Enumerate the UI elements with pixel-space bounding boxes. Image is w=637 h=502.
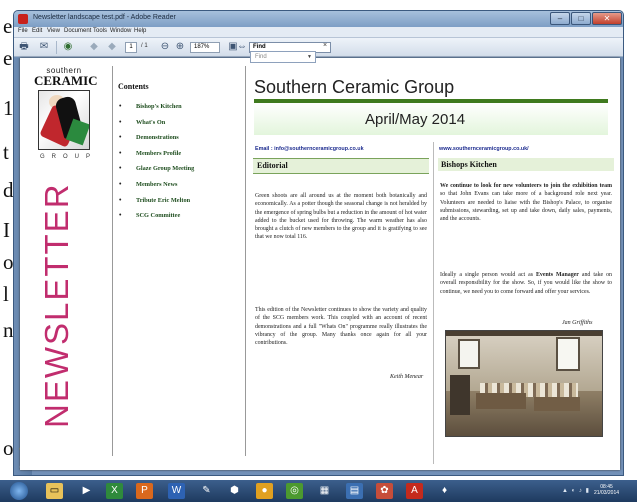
find-placeholder: Find <box>255 54 267 60</box>
paragraph-text: Ideally a single person would act as <box>440 272 536 278</box>
paragraph-text: so that John Evans can take more of a ba… <box>440 191 612 223</box>
menu-edit[interactable]: Edit <box>32 28 42 34</box>
photos-icon[interactable]: ▤ <box>346 483 363 499</box>
excel-icon[interactable]: X <box>106 483 123 499</box>
contents-heading: Contents <box>118 82 149 91</box>
background-char: 1 <box>3 96 14 120</box>
contents-item[interactable]: SCG Committee <box>118 211 194 228</box>
bold-text: Events Manager <box>536 272 579 278</box>
minimize-button[interactable]: – <box>550 12 570 25</box>
contents-item[interactable]: Demonstrations <box>118 133 194 150</box>
calculator-icon[interactable]: ▦ <box>316 483 333 499</box>
bishops-kitchen-paragraph: Ideally a single person would act as Eve… <box>440 271 612 296</box>
network-icon[interactable]: ⬢ <box>226 483 243 499</box>
newsletter-header-title: Southern Ceramic Group <box>254 77 455 97</box>
media-player-icon[interactable]: ▶ <box>78 483 95 499</box>
explorer-icon[interactable]: ▭ <box>46 483 63 499</box>
menu-view[interactable]: View <box>47 28 60 34</box>
menu-file[interactable]: File <box>18 28 28 34</box>
system-tray-icons[interactable]: ▲ ◐ ♪ ▮ <box>562 487 590 494</box>
screen: e e 1 t d I o l n o Newsletter landscape… <box>0 0 637 502</box>
pdf-page: southern CERAMIC GROUP NEWSLETTER Conten… <box>20 58 620 470</box>
background-char: I <box>3 218 10 242</box>
chevron-down-icon[interactable]: ▼ <box>307 52 312 62</box>
newsletter-vertical-title: NEWSLETTER <box>38 182 75 428</box>
editorial-signature: Keith Menear <box>390 374 424 380</box>
background-char: o <box>3 250 14 274</box>
contents-item[interactable]: Members News <box>118 180 194 197</box>
background-char: d <box>3 178 14 202</box>
page-number-input[interactable]: 1 <box>125 42 137 53</box>
adobe-reader-icon <box>18 14 28 24</box>
email-icon[interactable]: ✉ <box>38 41 50 53</box>
misc-app-icon[interactable]: ♦ <box>436 483 453 499</box>
logo-artwork <box>38 90 90 150</box>
bishops-kitchen-signature: Jan Griffiths <box>562 320 593 326</box>
issue-date: April/May 2014 <box>365 111 466 128</box>
previous-page-icon[interactable]: ◆ <box>88 41 100 53</box>
background-char: t <box>3 140 9 164</box>
powerpoint-icon[interactable]: P <box>136 483 153 499</box>
contents-list: Bishop's Kitchen What's On Demonstration… <box>118 102 194 228</box>
firefox-icon[interactable]: ● <box>256 483 273 499</box>
taskbar: ▭ ▶ X P W ✎ ⬢ ● ◎ ▦ ▤ ✿ A ♦ ▲ ◐ ♪ ▮ 08:4… <box>0 480 637 502</box>
website-link[interactable]: www.southernceramicgroup.co.uk/ <box>439 146 529 152</box>
fit-width-icon[interactable]: ⇔ <box>236 41 248 53</box>
menu-help[interactable]: Help <box>134 28 146 34</box>
column-divider <box>245 66 246 456</box>
contents-item[interactable]: Tribute Eric Melton <box>118 196 194 213</box>
find-suggestion-dropdown[interactable]: Find ▼ <box>250 51 316 63</box>
background-char: e <box>3 14 13 38</box>
logo-bottom-word: GROUP <box>40 154 98 160</box>
contents-item[interactable]: Members Profile <box>118 149 194 166</box>
background-char: l <box>3 282 9 306</box>
editorial-paragraph: Green shoots are all around us at the mo… <box>255 193 427 241</box>
chrome-icon[interactable]: ◎ <box>286 483 303 499</box>
editorial-heading: Editorial <box>253 158 429 174</box>
title-bar[interactable]: Newsletter landscape test.pdf - Adobe Re… <box>14 11 623 27</box>
zoom-in-icon[interactable]: ⊕ <box>174 41 186 53</box>
paint-icon[interactable]: ✿ <box>376 483 393 499</box>
column-divider <box>112 66 113 456</box>
start-button[interactable] <box>10 482 28 500</box>
adobe-reader-task-icon[interactable]: A <box>406 483 423 499</box>
bishops-kitchen-paragraph: We continue to look for new volunteers t… <box>440 182 612 223</box>
bold-text: We continue to look for new volunteers t… <box>440 183 612 189</box>
logo-main-word: CERAMIC <box>34 73 98 88</box>
article-divider <box>433 142 434 464</box>
find-close-icon[interactable]: × <box>323 42 327 49</box>
background-char: o <box>3 436 14 460</box>
print-icon[interactable]: 🖶 <box>18 41 30 53</box>
menu-tools[interactable]: Tools <box>93 28 107 34</box>
page-total: / 1 <box>141 43 148 49</box>
maximize-button[interactable]: □ <box>571 12 591 25</box>
toolbar: 🖶 ✉ ◉ ◆ ◆ 1 / 1 ⊖ ⊕ 187% ▣ ⇔ Find × <box>14 38 623 57</box>
bishops-kitchen-heading: Bishops Kitchen <box>438 158 614 171</box>
menu-document[interactable]: Document <box>64 28 91 34</box>
contents-item[interactable]: What's On <box>118 118 194 135</box>
email-link[interactable]: Email : info@southernceramicgroup.co.uk <box>255 146 364 152</box>
editorial-paragraph: This edition of the Newsletter continues… <box>255 307 427 347</box>
zoom-level-select[interactable]: 187% <box>190 42 220 53</box>
toolbar-separator <box>56 41 57 54</box>
southern-ceramic-logo: southern CERAMIC GROUP <box>34 66 98 160</box>
contents-item[interactable]: Bishop's Kitchen <box>118 102 194 119</box>
clock-date: 21/03/2014 <box>594 490 620 496</box>
menu-window[interactable]: Window <box>110 28 131 34</box>
next-page-icon[interactable]: ◆ <box>106 41 118 53</box>
background-char: n <box>3 318 14 342</box>
clock[interactable]: 08:45 21/03/2014 <box>594 484 619 496</box>
background-char: e <box>3 46 13 70</box>
tools-icon[interactable]: ✎ <box>198 483 215 499</box>
close-button[interactable]: ✕ <box>592 12 622 25</box>
window-title: Newsletter landscape test.pdf - Adobe Re… <box>33 14 176 21</box>
zoom-out-icon[interactable]: ⊖ <box>159 41 171 53</box>
pages-panel-icon[interactable]: ◉ <box>62 41 74 53</box>
word-icon[interactable]: W <box>168 483 185 499</box>
menu-bar: File Edit View Document Tools Window Hel… <box>14 27 623 38</box>
bishops-kitchen-photo <box>445 330 603 437</box>
contents-item[interactable]: Glaze Group Meeting <box>118 164 194 181</box>
